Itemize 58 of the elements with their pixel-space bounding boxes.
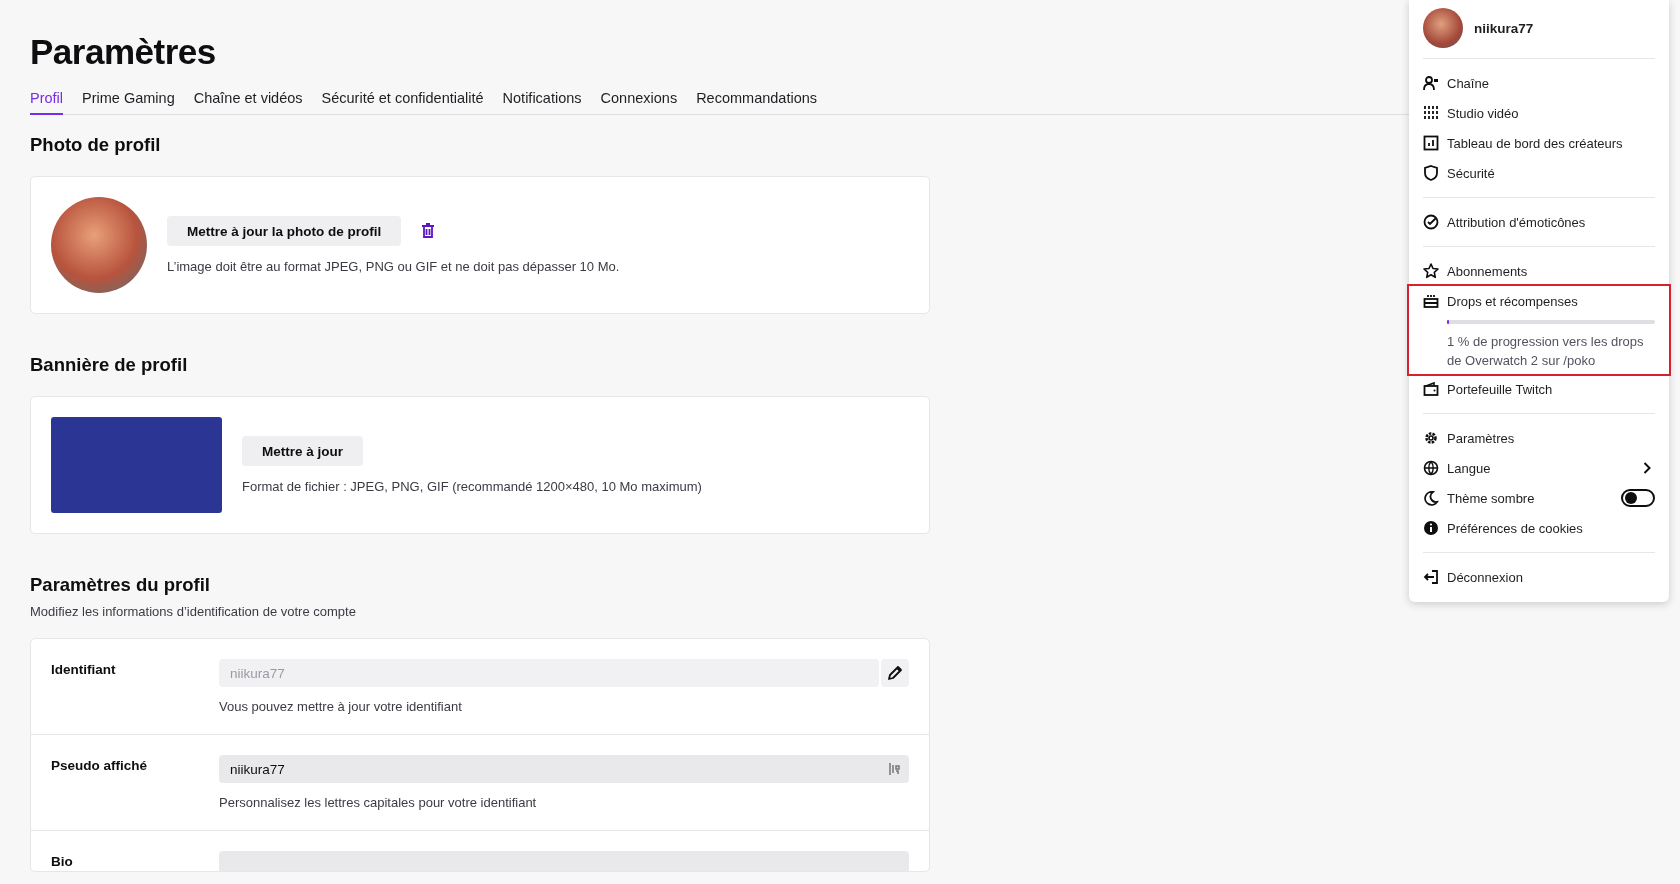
settings-icon — [1423, 430, 1439, 446]
menu-item[interactable]: Sécurité — [1423, 158, 1655, 188]
avatar-photo-placeholder — [1423, 8, 1463, 48]
wallet-icon — [1423, 381, 1439, 397]
menu-item[interactable]: Abonnements — [1423, 256, 1655, 286]
section-subtitle: Modifiez les informations d’identification de votre compte — [30, 604, 357, 619]
username: niikura77 — [1474, 20, 1534, 36]
menu-item[interactable]: Déconnexion — [1423, 562, 1655, 592]
menu-item[interactable]: Drops et récompenses — [1447, 293, 1655, 309]
settings-tab[interactable]: Sécurité et confidentialité — [321, 90, 484, 115]
menu-item[interactable]: Chaîne — [1423, 68, 1655, 98]
banner-hint: Format de fichier : JPEG, PNG, GIF (recommandé 1200×480, 10 Mo maximum) — [242, 479, 702, 494]
update-photo-button[interactable]: Mettre à jour la photo de profil — [167, 216, 402, 246]
progress-text: 1 % de progression vers les drops de Overwatch 2 sur /poko — [1447, 333, 1645, 370]
menu-item[interactable]: Tableau de bord des créateurs — [1423, 128, 1655, 158]
display-name-field[interactable]: niikura77 — [219, 755, 909, 783]
menu-item[interactable]: Langue — [1423, 453, 1655, 483]
person-icon — [1423, 75, 1439, 91]
field-label: Bio — [51, 853, 74, 871]
moon-icon — [1423, 490, 1439, 506]
section-heading: Photo de profil — [30, 134, 162, 156]
settings-tab[interactable]: Profil — [30, 90, 64, 115]
menu-item[interactable]: Attribution d'émoticônes — [1423, 207, 1655, 237]
update-banner-button[interactable]: Mettre à jour — [242, 436, 363, 466]
section-heading: Bannière de profil — [30, 354, 189, 376]
field-label: Identifiant — [51, 661, 117, 679]
sliders-icon — [1423, 105, 1439, 121]
shield-icon — [1423, 165, 1439, 181]
menu-item[interactable]: Préférences de cookies — [1423, 513, 1655, 543]
check-circle-icon — [1423, 214, 1439, 230]
section-heading: Paramètres du profil — [30, 574, 211, 596]
menu-item[interactable]: Thème sombre — [1423, 483, 1655, 513]
settings-tab[interactable]: Connexions — [600, 90, 678, 115]
edit-button[interactable] — [881, 659, 909, 687]
trash-icon[interactable] — [421, 223, 436, 239]
logout-icon — [1423, 569, 1439, 585]
settings-tab[interactable]: Prime Gaming — [82, 90, 175, 115]
settings-tab[interactable]: Recommandations — [696, 90, 818, 115]
globe-icon — [1423, 460, 1439, 476]
menu-item[interactable]: Studio vidéo — [1423, 98, 1655, 128]
pencil-icon — [886, 664, 904, 682]
settings-tab[interactable]: Chaîne et vidéos — [193, 90, 303, 115]
chart-icon — [1423, 135, 1439, 151]
password-manager-icon — [888, 762, 900, 776]
field-hint: Vous pouvez mettre à jour votre identifiant — [219, 699, 463, 714]
info-icon — [1423, 520, 1439, 536]
bio-field[interactable] — [219, 851, 909, 871]
photo-hint: L’image doit être au format JPEG, PNG ou GIF et ne doit pas dépasser 10 Mo. — [167, 259, 620, 274]
field-hint: Personnalisez les lettres capitales pour votre identifiant — [219, 795, 538, 810]
settings-tab[interactable]: Notifications — [502, 90, 582, 115]
chest-icon — [1423, 293, 1439, 309]
chevron-right-icon — [1643, 462, 1651, 474]
dark-theme-toggle[interactable] — [1621, 489, 1655, 507]
field-label: Pseudo affiché — [51, 757, 149, 775]
menu-item[interactable]: Portefeuille Twitch — [1423, 374, 1655, 404]
menu-item[interactable]: Paramètres — [1423, 423, 1655, 453]
star-icon — [1423, 263, 1439, 279]
page-title: Paramètres — [30, 32, 217, 72]
